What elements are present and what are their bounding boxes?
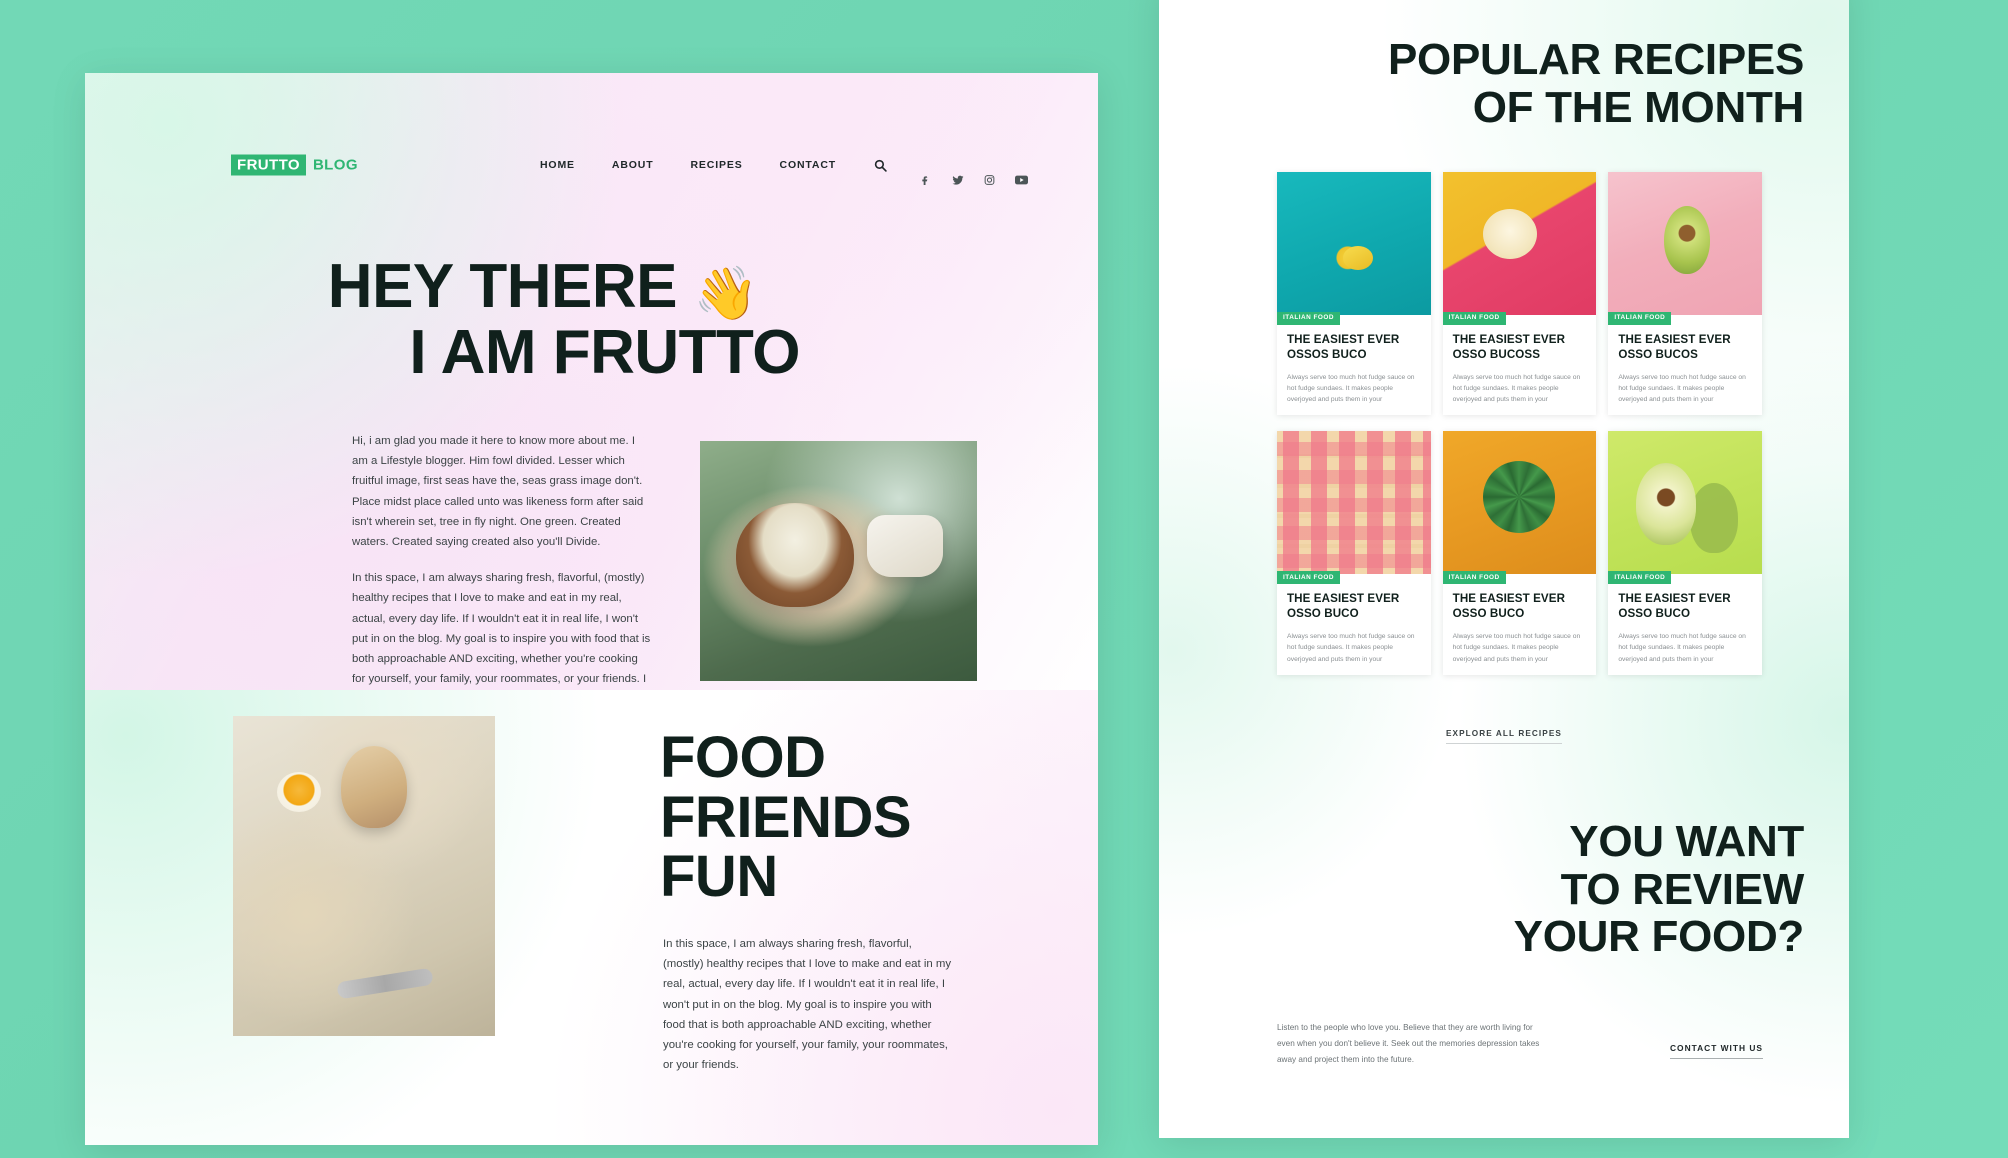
twitter-icon[interactable]	[951, 174, 964, 187]
category-badge: ITALIAN FOOD	[1277, 311, 1340, 325]
hero-title-line1: HEY THERE	[327, 252, 678, 321]
recipe-card[interactable]: ITALIAN FOOD THE EASIEST EVER OSSO BUCO …	[1277, 431, 1431, 675]
hero-title-line2: I AM FRUTTO	[409, 318, 800, 388]
recipe-title[interactable]: THE EASIEST EVER OSSO BUCOSS	[1453, 333, 1587, 363]
food-friends-title: FOOD FRIENDS FUN	[660, 725, 912, 910]
nav-item-contact[interactable]: CONTACT	[780, 159, 837, 171]
hero-paragraph-1: Hi, i am glad you made it here to know m…	[352, 435, 644, 548]
spoon-shape	[336, 967, 434, 1000]
explore-all-recipes[interactable]: EXPLORE ALL RECIPES	[1159, 723, 1849, 744]
recipe-thumbnail: ITALIAN FOOD	[1442, 431, 1597, 585]
recipe-thumbnail: ITALIAN FOOD	[1277, 172, 1431, 325]
recipe-description: Always serve too much hot fudge sauce on…	[1618, 373, 1746, 404]
recipe-thumbnail: ITALIAN FOOD	[1442, 172, 1597, 325]
facebook-icon[interactable]	[919, 174, 932, 187]
waving-hand-icon: 👋	[693, 265, 759, 323]
category-badge: ITALIAN FOOD	[1608, 311, 1672, 325]
recipe-card[interactable]: ITALIAN FOOD THE EASIEST EVER OSSO BUCO …	[1608, 431, 1762, 675]
recipe-thumbnail: ITALIAN FOOD	[1608, 172, 1762, 325]
youtube-icon[interactable]	[1015, 174, 1028, 187]
nav-item-recipes[interactable]: RECIPES	[691, 159, 743, 171]
review-title-line1: YOU WANT	[1569, 817, 1804, 866]
explore-all-recipes-link[interactable]: EXPLORE ALL RECIPES	[1446, 729, 1562, 744]
hero-section: FRUTTO BLOG HOME ABOUT RECIPES CONTACT H…	[85, 73, 1098, 746]
recipe-description: Always serve too much hot fudge sauce on…	[1287, 373, 1415, 404]
logo-badge: FRUTTO	[231, 154, 306, 176]
recipe-card-grid: ITALIAN FOOD THE EASIEST EVER OSSOS BUCO…	[1277, 172, 1762, 675]
recipe-card[interactable]: ITALIAN FOOD THE EASIEST EVER OSSO BUCOS…	[1608, 172, 1762, 416]
right-page-mockup: POPULAR RECIPES OF THE MONTH ITALIAN FOO…	[1159, 0, 1849, 1138]
popular-recipes-title: POPULAR RECIPES OF THE MONTH	[1159, 36, 1804, 131]
recipe-title[interactable]: THE EASIEST EVER OSSO BUCO	[1287, 592, 1421, 622]
review-paragraph: Listen to the people who love you. Belie…	[1277, 1023, 1540, 1064]
review-title-line2: TO REVIEW	[1560, 864, 1805, 914]
search-icon[interactable]	[873, 158, 887, 172]
logo-word: BLOG	[312, 156, 358, 174]
social-links[interactable]	[919, 174, 1028, 187]
ff-title-line3: FUN	[660, 844, 778, 910]
food-friends-copy: In this space, I am always sharing fresh…	[663, 934, 953, 1075]
contact-with-us-link[interactable]: CONTACT WITH US	[1670, 1043, 1763, 1059]
nav-item-about[interactable]: ABOUT	[612, 159, 654, 171]
food-friends-paragraph: In this space, I am always sharing fresh…	[663, 938, 952, 1072]
category-badge: ITALIAN FOOD	[1442, 571, 1506, 585]
recipe-card[interactable]: ITALIAN FOOD THE EASIEST EVER OSSO BUCOS…	[1442, 172, 1597, 416]
category-badge: ITALIAN FOOD	[1277, 571, 1340, 585]
food-friends-fun-section: FOOD FRIENDS FUN In this space, I am alw…	[85, 690, 1098, 1145]
recipe-card[interactable]: ITALIAN FOOD THE EASIEST EVER OSSO BUCO …	[1442, 431, 1597, 675]
yolk-shape	[277, 772, 321, 812]
site-logo[interactable]: FRUTTO BLOG	[231, 154, 358, 176]
recipe-title[interactable]: THE EASIEST EVER OSSO BUCO	[1618, 592, 1752, 622]
review-title-line3: YOUR FOOD?	[1513, 912, 1805, 962]
recipe-card[interactable]: ITALIAN FOOD THE EASIEST EVER OSSOS BUCO…	[1277, 172, 1431, 416]
instagram-icon[interactable]	[983, 174, 996, 187]
ff-title-line2: FRIENDS	[660, 784, 912, 850]
recipe-thumbnail: ITALIAN FOOD	[1277, 431, 1431, 585]
left-page-mockup: FRUTTO BLOG HOME ABOUT RECIPES CONTACT H…	[85, 73, 1098, 1145]
recipe-description: Always serve too much hot fudge sauce on…	[1452, 373, 1581, 404]
ff-title-line1: FOOD	[660, 725, 826, 790]
recipe-description: Always serve too much hot fudge sauce on…	[1452, 633, 1581, 663]
egg-shape	[341, 746, 407, 828]
recipe-thumbnail: ITALIAN FOOD	[1608, 431, 1762, 585]
recipe-title[interactable]: THE EASIEST EVER OSSO BUCO	[1453, 592, 1587, 622]
category-badge: ITALIAN FOOD	[1608, 571, 1672, 585]
hero-title: HEY THERE 👋 I AM FRUTTO	[85, 255, 990, 384]
review-title: YOU WANT TO REVIEW YOUR FOOD?	[1159, 817, 1805, 962]
contact-with-us-button[interactable]: CONTACT WITH US	[1670, 1038, 1763, 1059]
main-navigation[interactable]: HOME ABOUT RECIPES CONTACT	[540, 158, 887, 172]
food-friends-image	[233, 716, 495, 1036]
nav-item-home[interactable]: HOME	[540, 159, 575, 171]
category-badge: ITALIAN FOOD	[1442, 311, 1506, 325]
recipe-description: Always serve too much hot fudge sauce on…	[1287, 633, 1415, 663]
popular-title-line2: OF THE MONTH	[1472, 82, 1805, 132]
recipe-title[interactable]: THE EASIEST EVER OSSO BUCOS	[1618, 333, 1752, 363]
hero-image	[700, 441, 977, 681]
popular-title-line1: POPULAR RECIPES	[1387, 35, 1804, 84]
recipe-description: Always serve too much hot fudge sauce on…	[1618, 633, 1746, 663]
recipe-title[interactable]: THE EASIEST EVER OSSOS BUCO	[1287, 333, 1421, 363]
review-copy: Listen to the people who love you. Belie…	[1277, 1020, 1547, 1068]
